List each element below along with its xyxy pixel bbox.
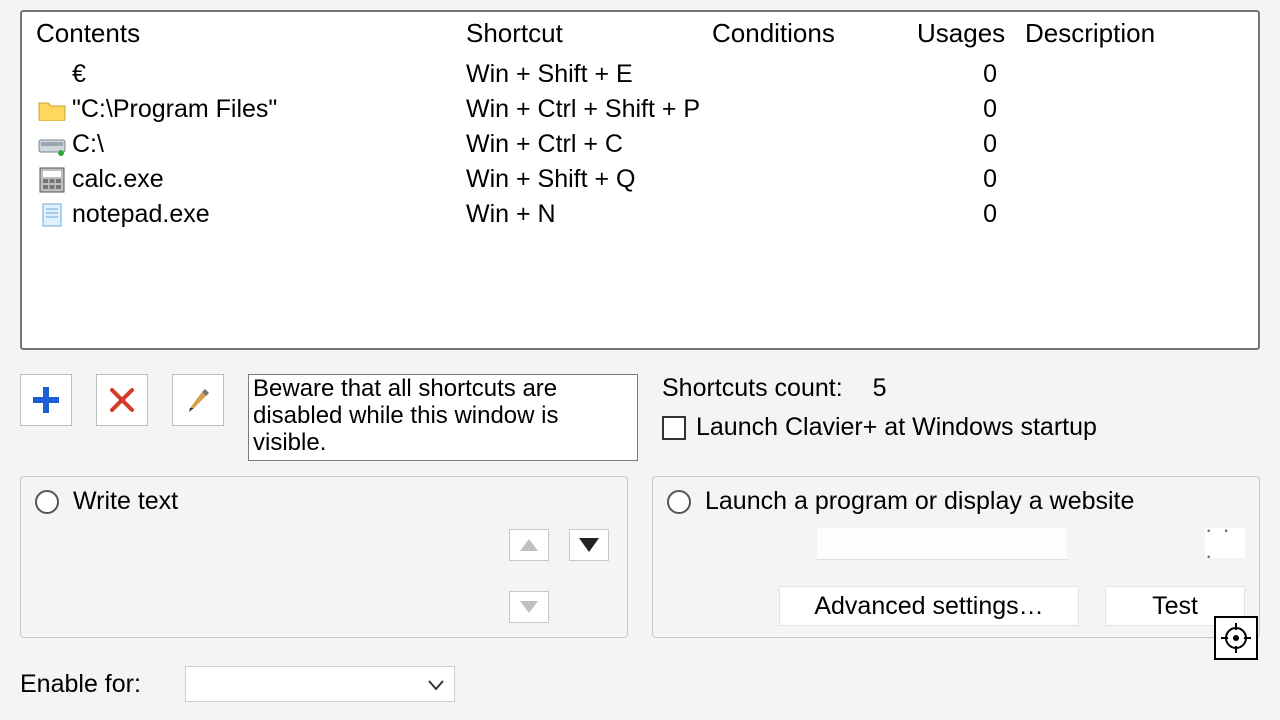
- count-label: Shortcuts count:: [662, 374, 843, 403]
- row-contents: €: [72, 57, 86, 92]
- drive-icon: [36, 131, 68, 159]
- calc-icon: [36, 166, 68, 194]
- write-text-radio[interactable]: [35, 490, 59, 514]
- row-shortcut: Win + Ctrl + C: [466, 127, 712, 162]
- launch-radio[interactable]: [667, 490, 691, 514]
- pencil-icon: [184, 386, 212, 414]
- table-row[interactable]: notepad.exe Win + N 0: [36, 197, 1258, 232]
- spin-b-down[interactable]: [569, 529, 609, 561]
- edit-button[interactable]: [172, 374, 224, 426]
- row-contents: "C:\Program Files": [72, 92, 277, 127]
- header-shortcut[interactable]: Shortcut: [466, 18, 712, 49]
- header-usages[interactable]: Usages: [917, 18, 1003, 49]
- startup-label: Launch Clavier+ at Windows startup: [696, 413, 1097, 442]
- row-shortcut: Win + Shift + E: [466, 57, 712, 92]
- plus-icon: [31, 385, 61, 415]
- row-shortcut: Win + Ctrl + Shift + P: [466, 92, 712, 127]
- triangle-down-icon: [520, 601, 538, 613]
- header-conditions[interactable]: Conditions: [712, 18, 917, 49]
- header-contents[interactable]: Contents: [36, 18, 466, 49]
- row-shortcut: Win + Shift + Q: [466, 162, 712, 197]
- row-contents: calc.exe: [72, 162, 164, 197]
- row-contents: notepad.exe: [72, 197, 210, 232]
- enable-for-label: Enable for:: [20, 670, 141, 699]
- launch-panel: Launch a program or display a website · …: [652, 476, 1260, 638]
- table-row[interactable]: calc.exe Win + Shift + Q 0: [36, 162, 1258, 197]
- row-usages: 0: [917, 57, 1003, 92]
- warning-message: Beware that all shortcuts are disabled w…: [248, 374, 638, 461]
- browse-button[interactable]: · · ·: [1205, 528, 1245, 558]
- row-contents: C:\: [72, 127, 104, 162]
- row-shortcut: Win + N: [466, 197, 712, 232]
- table-row[interactable]: € Win + Shift + E 0: [36, 57, 1258, 92]
- advanced-settings-button[interactable]: Advanced settings…: [779, 586, 1079, 626]
- triangle-up-icon: [520, 539, 538, 551]
- startup-checkbox[interactable]: [662, 416, 686, 440]
- crosshair-icon: [1221, 623, 1251, 653]
- delete-button[interactable]: [96, 374, 148, 426]
- program-path-input[interactable]: [817, 528, 1067, 560]
- table-header-row: Contents Shortcut Conditions Usages Desc…: [22, 12, 1258, 57]
- spin-a-down[interactable]: [509, 591, 549, 623]
- row-usages: 0: [917, 127, 1003, 162]
- spin-a-up[interactable]: [509, 529, 549, 561]
- row-usages: 0: [917, 162, 1003, 197]
- row-usages: 0: [917, 92, 1003, 127]
- enable-for-dropdown[interactable]: [185, 666, 455, 702]
- write-text-panel: Write text: [20, 476, 628, 638]
- notepad-icon: [36, 201, 68, 229]
- count-value: 5: [873, 374, 887, 403]
- header-description[interactable]: Description: [1003, 18, 1258, 49]
- chevron-down-icon: [426, 675, 446, 695]
- write-text-label: Write text: [73, 487, 178, 516]
- window-picker-button[interactable]: [1214, 616, 1258, 660]
- x-icon: [108, 386, 136, 414]
- table-row[interactable]: "C:\Program Files" Win + Ctrl + Shift + P…: [36, 92, 1258, 127]
- no-icon: [36, 61, 68, 89]
- shortcuts-table[interactable]: Contents Shortcut Conditions Usages Desc…: [20, 10, 1260, 350]
- table-row[interactable]: C:\ Win + Ctrl + C 0: [36, 127, 1258, 162]
- folder-icon: [36, 96, 68, 124]
- add-button[interactable]: [20, 374, 72, 426]
- launch-label: Launch a program or display a website: [705, 487, 1134, 516]
- triangle-down-icon: [579, 538, 599, 552]
- row-usages: 0: [917, 197, 1003, 232]
